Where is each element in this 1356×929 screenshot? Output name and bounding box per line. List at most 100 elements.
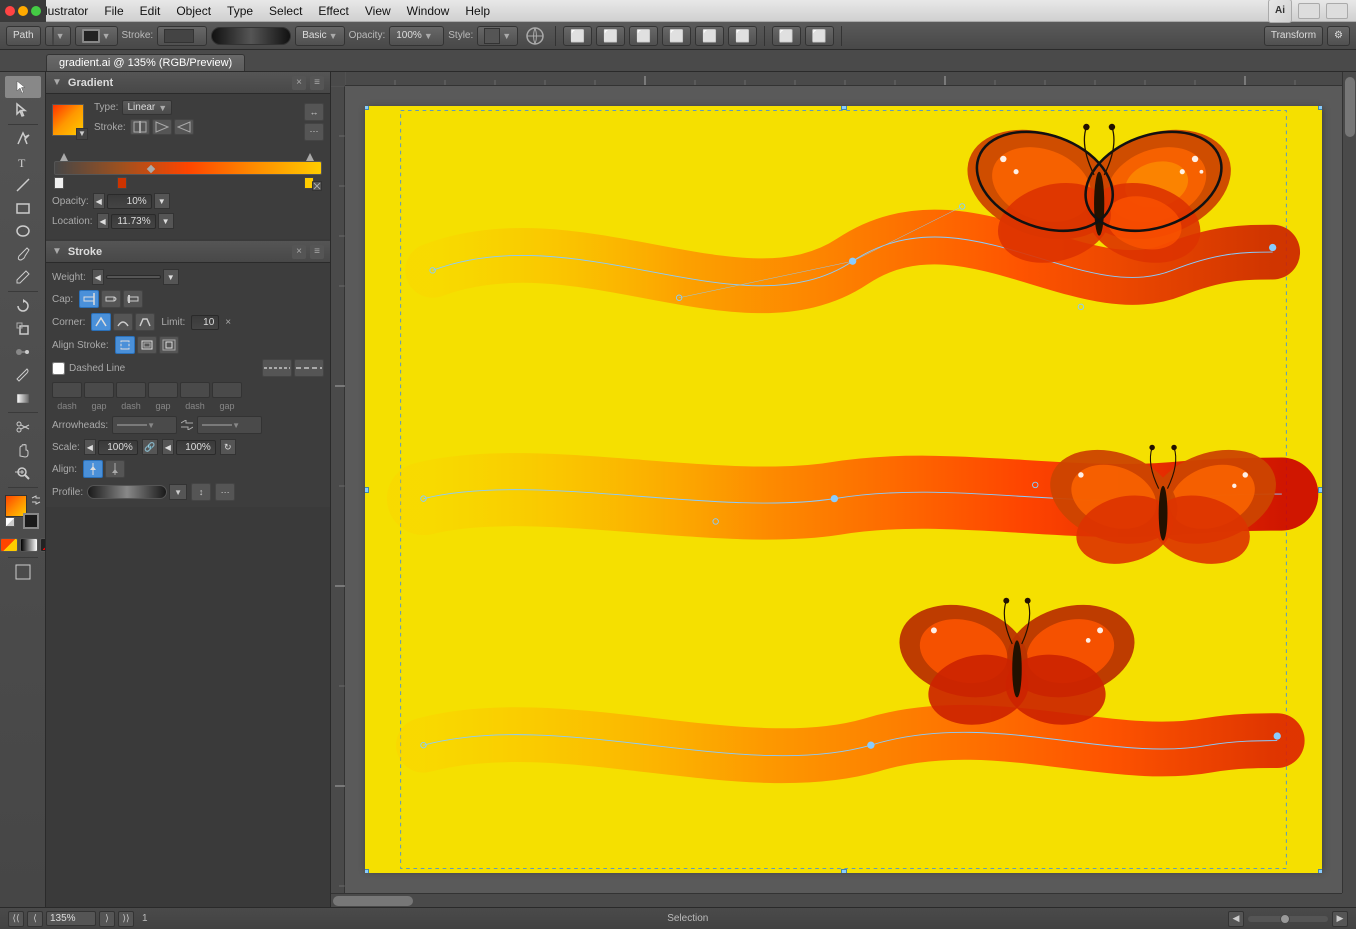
corner-miter-btn[interactable] <box>91 313 111 331</box>
dash-preset1-btn[interactable] <box>262 359 292 377</box>
maximize-btn[interactable] <box>31 6 41 16</box>
gradient-type-select[interactable]: Linear ▼ <box>122 100 172 115</box>
gradient-panel-header[interactable]: ▼ Gradient × ≡ <box>46 72 330 94</box>
help-menu[interactable]: Help <box>465 4 490 18</box>
zoom-select[interactable]: 135% <box>46 911 96 926</box>
brush-tool[interactable] <box>5 243 41 265</box>
align-inside-stroke-btn[interactable] <box>137 336 157 354</box>
pencil-tool[interactable] <box>5 266 41 288</box>
stroke-panel-close[interactable]: × <box>292 245 306 259</box>
direct-select-tool[interactable] <box>5 99 41 121</box>
next-page-btn[interactable]: ⟩ <box>99 911 115 927</box>
stroke-weight[interactable] <box>157 26 207 46</box>
scroll-right-btn[interactable]: ▶ <box>1332 911 1348 927</box>
stroke-panel-header[interactable]: ▼ Stroke × ≡ <box>46 241 330 263</box>
align-extend-btn[interactable] <box>83 460 103 478</box>
app-name-menu[interactable]: Illustrator <box>39 4 88 18</box>
gap1-input[interactable] <box>84 382 114 398</box>
document-tab[interactable]: gradient.ai @ 135% (RGB/Preview) <box>46 54 245 71</box>
align-right-icon[interactable]: ⬜ <box>629 26 658 46</box>
dash3-input[interactable] <box>180 382 210 398</box>
workspace-btn[interactable] <box>1326 3 1348 19</box>
weight-increase-btn[interactable]: ▼ <box>163 269 179 285</box>
color-stop-white[interactable] <box>54 177 64 189</box>
align-center-stroke-btn[interactable] <box>115 336 135 354</box>
gap2-input[interactable] <box>148 382 178 398</box>
last-page-btn[interactable]: ⟩⟩ <box>118 911 134 927</box>
scale-sync-btn[interactable]: ↻ <box>220 439 236 455</box>
cap-butt-btn[interactable] <box>79 290 99 308</box>
corner-round-btn[interactable] <box>113 313 133 331</box>
effect-menu[interactable]: Effect <box>318 4 348 18</box>
swap-colors-icon[interactable] <box>31 495 41 505</box>
alpha-stop-left[interactable] <box>60 153 68 161</box>
align-left-icon[interactable]: ⬜ <box>563 26 592 46</box>
opacity-input[interactable]: 100%▼ <box>389 26 444 46</box>
gradient-swatch-arrow[interactable]: ▼ <box>76 128 88 140</box>
first-page-btn[interactable]: ⟨⟨ <box>8 911 24 927</box>
line-tool[interactable] <box>5 174 41 196</box>
rect-tool[interactable] <box>5 197 41 219</box>
horizontal-scroll-thumb[interactable] <box>333 896 413 906</box>
horizontal-scrollbar[interactable] <box>331 893 1342 907</box>
options-icon[interactable]: ⚙ <box>1327 26 1350 46</box>
gradient-collapse-icon[interactable]: ▼ <box>52 77 62 88</box>
gradient-reverse-btn[interactable]: ↔ <box>304 103 324 121</box>
gradient-midpoint[interactable] <box>147 165 155 173</box>
stroke-color-box[interactable] <box>23 513 39 529</box>
gradient-panel-menu[interactable]: ≡ <box>310 76 324 90</box>
align-center-icon[interactable]: ⬜ <box>596 26 625 46</box>
dash-preset2-btn[interactable] <box>294 359 324 377</box>
gradient-bar[interactable] <box>54 161 322 175</box>
color-stop-orange[interactable] <box>117 177 127 189</box>
location-increase-btn[interactable]: ▼ <box>158 213 174 229</box>
solid-color-btn[interactable] <box>0 538 18 552</box>
scissors-tool[interactable] <box>5 416 41 438</box>
distribute2-icon[interactable]: ⬜ <box>805 26 834 46</box>
limit-close[interactable]: × <box>225 317 231 328</box>
eyedropper-tool[interactable] <box>5 364 41 386</box>
gradient-btn[interactable] <box>20 538 38 552</box>
scale-link-btn[interactable]: 🔗 <box>142 439 158 455</box>
scroll-left-btn[interactable]: ◀ <box>1228 911 1244 927</box>
pen-tool[interactable] <box>5 128 41 150</box>
object-menu[interactable]: Object <box>176 4 211 18</box>
edit-menu[interactable]: Edit <box>140 4 161 18</box>
delete-stop-btn[interactable] <box>312 181 322 191</box>
horizontal-nav-slider[interactable] <box>1248 916 1328 922</box>
select-tool[interactable] <box>5 76 41 98</box>
align-middle-icon[interactable]: ⬜ <box>695 26 724 46</box>
stroke-left-btn[interactable] <box>152 119 172 135</box>
location-input[interactable]: 11.73% <box>111 214 156 229</box>
screen-mode-btn[interactable] <box>5 561 41 583</box>
align-top-icon[interactable]: ⬜ <box>662 26 691 46</box>
scale-end-decrease-btn[interactable]: ◀ <box>162 439 174 455</box>
none-color-icon[interactable] <box>5 517 15 527</box>
type-tool[interactable]: T <box>5 151 41 173</box>
vertical-scrollbar[interactable] <box>1342 72 1356 893</box>
opacity-decrease-btn[interactable]: ◀ <box>93 193 105 209</box>
transform-label[interactable]: Transform <box>1264 26 1323 46</box>
stroke-panel-menu[interactable]: ≡ <box>310 245 324 259</box>
file-menu[interactable]: File <box>104 4 123 18</box>
gradient-tool[interactable] <box>5 387 41 409</box>
opacity-increase-btn[interactable]: ▼ <box>154 193 170 209</box>
scale-end-input[interactable]: 100% <box>176 440 216 455</box>
vertical-scroll-thumb[interactable] <box>1345 77 1355 137</box>
stroke-collapse-icon[interactable]: ▼ <box>52 246 62 257</box>
fill-indicator[interactable]: ▼ <box>45 26 71 46</box>
prev-page-btn[interactable]: ⟨ <box>27 911 43 927</box>
window-menu[interactable]: Window <box>407 4 450 18</box>
gap3-input[interactable] <box>212 382 242 398</box>
arrowhead-end-select[interactable]: ▼ <box>197 416 262 434</box>
gradient-panel-close[interactable]: × <box>292 76 306 90</box>
distribute-icon[interactable]: ⬜ <box>772 26 801 46</box>
close-btn[interactable] <box>5 6 15 16</box>
align-outside-stroke-btn[interactable] <box>159 336 179 354</box>
weight-input[interactable] <box>106 275 161 279</box>
dash1-input[interactable] <box>52 382 82 398</box>
style-selector[interactable]: ▼ <box>477 26 518 46</box>
corner-bevel-btn[interactable] <box>135 313 155 331</box>
cap-square-btn[interactable] <box>123 290 143 308</box>
location-decrease-btn[interactable]: ◀ <box>97 213 109 229</box>
